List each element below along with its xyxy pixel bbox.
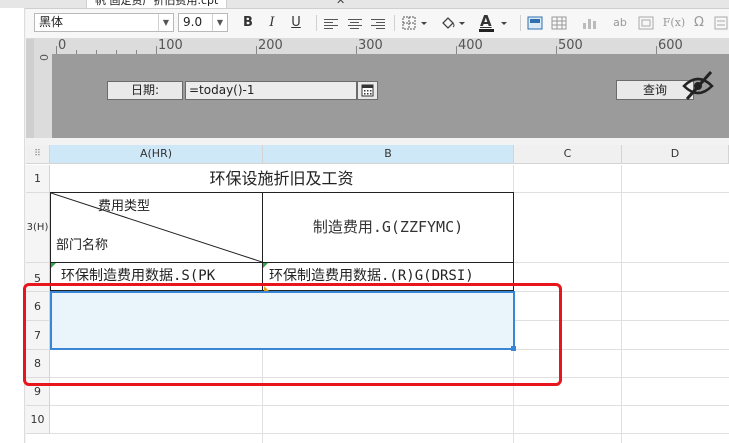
vertical-ruler: 0: [34, 54, 53, 138]
rich-text-icon: [714, 16, 728, 30]
ruler-tick-label: 200: [258, 38, 283, 53]
insert-image-button[interactable]: [526, 14, 544, 32]
bold-button[interactable]: B: [238, 14, 258, 32]
font-size-select[interactable]: 9.0 ▼: [178, 13, 228, 32]
underline-button[interactable]: U: [286, 14, 306, 32]
select-all-corner[interactable]: ⠿: [26, 145, 50, 164]
align-left-icon[interactable]: [324, 14, 342, 32]
insert-subreport-button[interactable]: [636, 14, 658, 32]
ruler-tick-label: 0: [58, 38, 67, 53]
text-color-button[interactable]: A: [476, 12, 512, 32]
expand-marker: [51, 263, 56, 268]
tab-report-file[interactable]: 帆 固定资产折旧费用.cpt: [86, 0, 228, 8]
date-input[interactable]: =today()-1: [185, 81, 357, 100]
table-icon: [551, 16, 567, 30]
italic-button[interactable]: I: [262, 14, 282, 32]
image-icon: [527, 16, 543, 30]
expand-marker: [263, 263, 268, 268]
border-button[interactable]: [400, 14, 432, 32]
insert-table-button[interactable]: [550, 14, 568, 32]
highlight-annotation-box: [23, 283, 562, 386]
chart-icon: [583, 19, 596, 29]
chevron-down-icon: ▼: [212, 14, 227, 31]
toolbar-divider: [520, 15, 521, 31]
column-header-b[interactable]: B: [263, 145, 514, 164]
subreport-icon: [638, 16, 654, 30]
date-label: 日期:: [107, 81, 183, 100]
column-header-c[interactable]: C: [514, 145, 622, 164]
tab-strip: 帆 固定资产折旧费用.cpt ✕: [0, 0, 729, 9]
format-toolbar: 黑体 ▼ 9.0 ▼ B I U A ab F(x) Ω: [26, 9, 729, 39]
header-department-label: 部门名称: [56, 238, 109, 253]
ruler-tick-label: 0: [37, 54, 50, 61]
ruler-tick-label: 100: [158, 38, 183, 53]
chevron-down-icon: [479, 22, 507, 32]
align-center-icon[interactable]: [346, 14, 364, 32]
hide-parameter-panel-button[interactable]: [681, 68, 715, 102]
fill-color-button[interactable]: [438, 14, 470, 32]
border-grid-icon: [402, 16, 427, 30]
report-title-cell[interactable]: 环保设施折旧及工资: [50, 165, 513, 192]
ruler-tick-label: 400: [458, 38, 483, 53]
align-right-icon[interactable]: [368, 14, 386, 32]
font-size-value: 9.0: [183, 15, 203, 29]
insert-formula-button[interactable]: F(x): [662, 14, 686, 32]
font-family-value: 黑体: [39, 15, 64, 29]
font-family-select[interactable]: 黑体 ▼: [34, 13, 174, 32]
row-header-1[interactable]: 1: [26, 165, 50, 193]
toolbar-divider: [394, 15, 395, 31]
calendar-icon: [361, 84, 374, 97]
column-header-d[interactable]: D: [622, 145, 729, 164]
column-header-a[interactable]: A(HR): [50, 145, 263, 164]
horizontal-ruler: 0 100 200 300 400 500 600: [34, 38, 729, 55]
ruler-tick-label: 500: [558, 38, 583, 53]
insert-special-char-button[interactable]: Ω: [690, 14, 708, 32]
cell-b3[interactable]: 制造费用.G(ZZFYMC): [262, 192, 514, 263]
calendar-button[interactable]: [357, 81, 378, 100]
row-header-3[interactable]: 3(H): [26, 193, 50, 263]
toolbar-divider: [316, 15, 317, 31]
header-cost-type-label: 费用类型: [98, 199, 151, 214]
ruler-tick-label: 300: [358, 38, 383, 53]
left-panel-strip: [0, 8, 25, 443]
paint-bucket-icon: [442, 17, 465, 29]
insert-chart-button[interactable]: [580, 14, 602, 32]
eye-slash-icon: [682, 71, 714, 100]
ruler-tick-label: 600: [658, 38, 683, 53]
chevron-down-icon: ▼: [158, 14, 173, 31]
tab-close-icon[interactable]: ✕: [336, 0, 345, 7]
insert-text-button[interactable]: ab: [610, 14, 630, 32]
row-header-10[interactable]: 10: [26, 406, 50, 434]
insert-rich-text-button[interactable]: [712, 14, 729, 32]
